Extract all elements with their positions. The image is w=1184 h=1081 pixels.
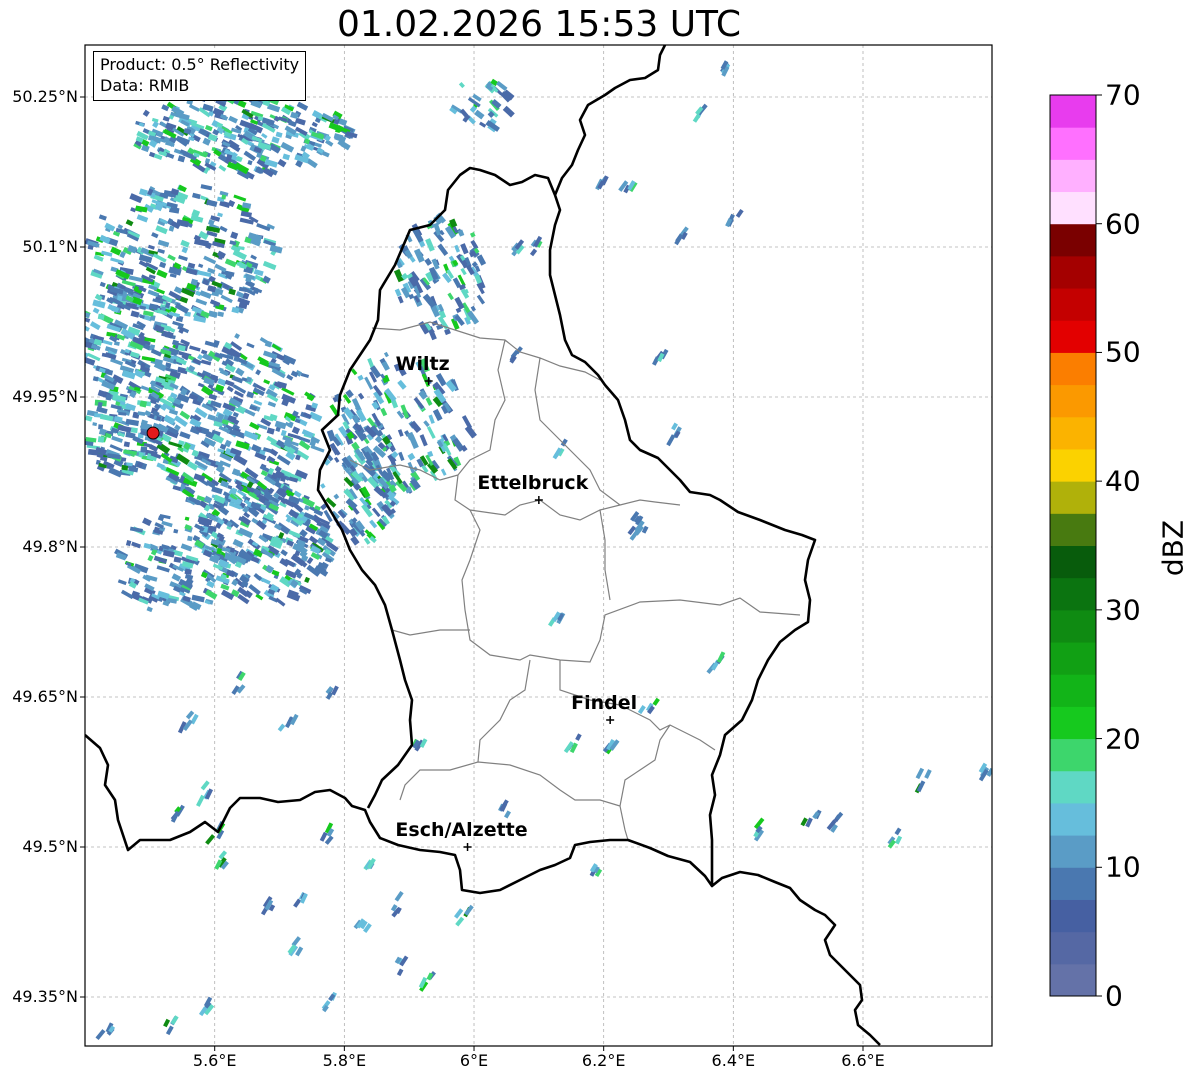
colorbar-segment [1050, 577, 1096, 611]
colorbar-segment [1050, 867, 1096, 900]
data-source-text: Data: RMIB [100, 76, 190, 95]
colorbar-segment [1050, 674, 1096, 707]
colorbar-segment [1050, 513, 1096, 546]
colorbar-segment [1050, 223, 1096, 257]
radar-map [80, 44, 1102, 1051]
lat-tick-label: 49.95°N [12, 387, 78, 406]
colorbar-segment [1050, 191, 1096, 225]
city-label: Wiltz [395, 353, 450, 375]
colorbar-segment [1050, 95, 1096, 128]
lat-tick-label: 50.25°N [12, 87, 78, 106]
lon-tick-label: 6.2°E [581, 1051, 626, 1070]
colorbar-tick-label: 10 [1105, 850, 1141, 884]
colorbar-tick-label: 60 [1105, 207, 1141, 241]
colorbar-segment [1050, 448, 1096, 482]
info-box: Product: 0.5° Reflectivity Data: RMIB [93, 51, 307, 101]
colorbar-segment [1050, 127, 1096, 160]
colorbar-tick-label: 40 [1105, 464, 1141, 498]
colorbar-segment [1050, 384, 1096, 418]
product-text: Product: 0.5° Reflectivity [100, 55, 300, 74]
colorbar-segment [1050, 288, 1096, 321]
colorbar-segment [1050, 835, 1096, 868]
colorbar-segment [1050, 802, 1096, 836]
colorbar-segment [1050, 320, 1096, 353]
colorbar-segment [1050, 545, 1096, 579]
colorbar-segment [1050, 738, 1096, 772]
lon-tick-label: 5.8°E [322, 1051, 367, 1070]
lon-tick-label: 5.6°E [192, 1051, 237, 1070]
colorbar-segment [1050, 159, 1096, 193]
colorbar-segment [1050, 770, 1096, 804]
colorbar-segment [1050, 963, 1096, 997]
city-label: Findel [571, 692, 638, 714]
lon-tick-label: 6.4°E [711, 1051, 756, 1070]
colorbar-label: dBZ [1156, 519, 1184, 577]
colorbar-segment [1050, 609, 1096, 643]
lat-tick-label: 49.65°N [12, 687, 78, 706]
lon-tick-label: 6°E [459, 1051, 489, 1070]
colorbar-segment [1050, 642, 1096, 675]
radar-site-marker [146, 426, 160, 440]
colorbar [1049, 94, 1102, 997]
colorbar-segment [1050, 481, 1096, 514]
colorbar-segment [1050, 706, 1096, 740]
colorbar-tick-label: 30 [1105, 593, 1141, 627]
colorbar-tick-label: 70 [1105, 78, 1141, 112]
colorbar-segment [1050, 416, 1096, 450]
colorbar-segment [1050, 352, 1096, 386]
colorbar-segment [1050, 931, 1096, 965]
lat-tick-label: 49.35°N [12, 987, 78, 1006]
colorbar-tick-label: 0 [1105, 979, 1123, 1013]
lat-tick-label: 49.8°N [22, 537, 78, 556]
lon-tick-label: 6.6°E [841, 1051, 885, 1070]
lat-tick-label: 50.1°N [22, 237, 78, 256]
colorbar-tick-label: 50 [1105, 335, 1141, 369]
city-label: Ettelbruck [477, 472, 589, 494]
colorbar-segment [1050, 899, 1096, 933]
city-label: Esch/Alzette [395, 819, 528, 841]
colorbar-tick-label: 20 [1105, 722, 1141, 756]
colorbar-segment [1050, 255, 1096, 289]
lat-tick-label: 49.5°N [22, 837, 78, 856]
